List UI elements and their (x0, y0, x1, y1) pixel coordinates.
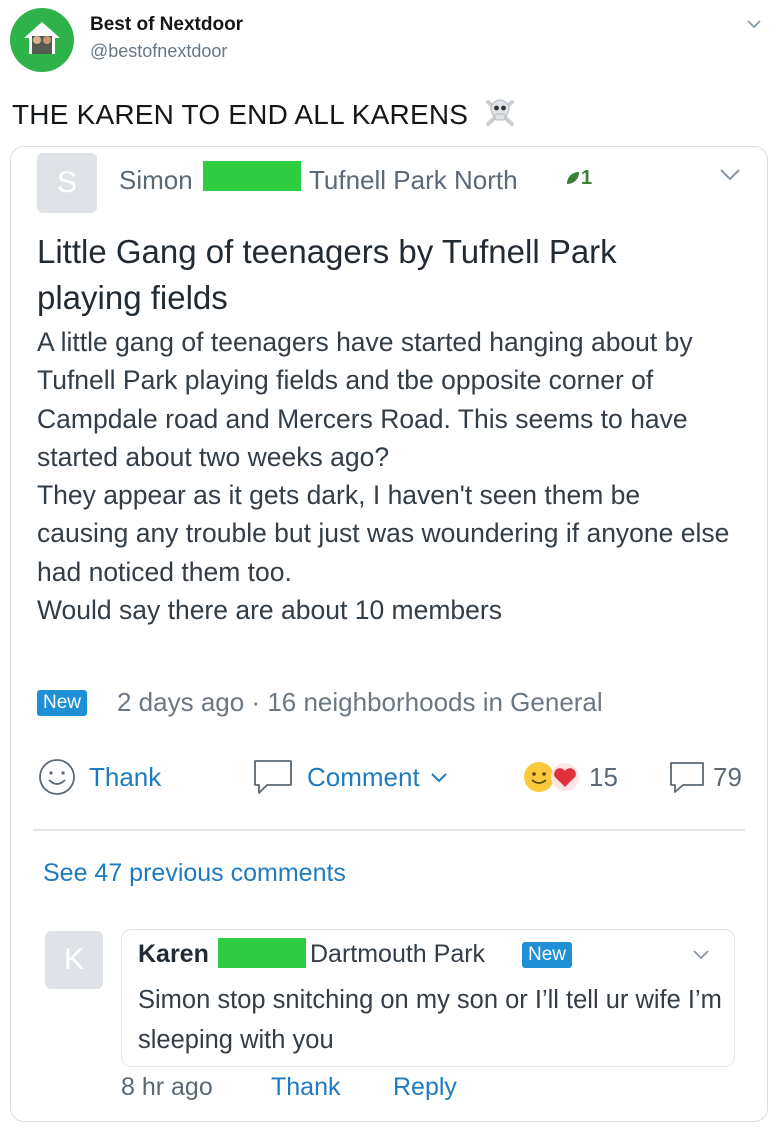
reply-thank-button[interactable]: Thank (271, 1073, 340, 1102)
chevron-down-icon (430, 773, 447, 783)
post-body: A little gang of teenagers have started … (37, 327, 730, 626)
comment-count-value: 79 (713, 761, 742, 792)
new-badge: New (37, 690, 88, 716)
chevron-down-icon[interactable] (690, 946, 712, 964)
reply-time: 8 hr ago (121, 1073, 213, 1101)
comment-count[interactable]: 79 (667, 755, 742, 799)
reaction-count: 15 (589, 761, 618, 792)
tweet-text-content: THE KAREN TO END ALL KARENS (12, 99, 469, 130)
divider (33, 829, 745, 831)
reply-author-name[interactable]: Karen (138, 940, 209, 969)
tweet-header: Best of Nextdoor @bestofnextdoor (10, 8, 768, 72)
see-previous-comments-link[interactable]: See 47 previous comments (43, 859, 346, 888)
account-name[interactable]: Best of Nextdoor (90, 14, 243, 36)
reactions-summary[interactable]: 15 (521, 755, 618, 799)
thank-button[interactable]: Thank (37, 755, 161, 799)
post-actions: Thank Comment 15 79 (37, 755, 747, 799)
smiley-reaction-icon (524, 762, 579, 792)
account-handle[interactable]: @bestofnextdoor (90, 41, 227, 62)
speech-bubble-icon (254, 760, 292, 794)
speech-bubble-icon (670, 762, 704, 793)
comment-button[interactable]: Comment (251, 755, 450, 799)
reply-text: Simon stop snitching on my son or I’ll t… (138, 986, 722, 1054)
embedded-post-card[interactable]: S Simon Tufnell Park North 1 Little Gang… (10, 146, 768, 1122)
reply-bubble: Karen Dartmouth Park New Simon stop snit… (121, 929, 735, 1067)
post-meta: New 2 days ago · 16 neighborhoods in Gen… (37, 687, 603, 721)
post-title: Little Gang of teenagers by Tufnell Park… (37, 233, 617, 316)
nextdoor-house-icon (24, 22, 60, 54)
leaf-badge: 1 (565, 167, 592, 190)
post-neighborhood[interactable]: Tufnell Park North (309, 165, 518, 196)
redaction-bar (203, 161, 301, 191)
post-meta-text[interactable]: 2 days ago · 16 neighborhoods in General (117, 687, 603, 718)
tweet-text: THE KAREN TO END ALL KARENS (12, 94, 518, 131)
reply-author-avatar[interactable]: K (45, 931, 103, 989)
comment-label: Comment (307, 761, 420, 792)
post-author-name[interactable]: Simon (119, 165, 193, 196)
skull-crossbones-icon (486, 99, 515, 126)
post-author-avatar[interactable]: S (37, 153, 97, 213)
reply-neighborhood[interactable]: Dartmouth Park (310, 940, 485, 969)
reply-button[interactable]: Reply (393, 1073, 457, 1102)
avatar[interactable] (10, 8, 74, 72)
redaction-bar (218, 938, 306, 968)
leaf-badge-count: 1 (581, 167, 593, 189)
chevron-down-icon[interactable] (744, 14, 764, 34)
new-badge: New (522, 942, 573, 968)
smiley-icon (39, 759, 75, 795)
leaf-icon (567, 172, 579, 184)
thank-label: Thank (89, 761, 162, 792)
chevron-down-icon[interactable] (717, 163, 743, 185)
